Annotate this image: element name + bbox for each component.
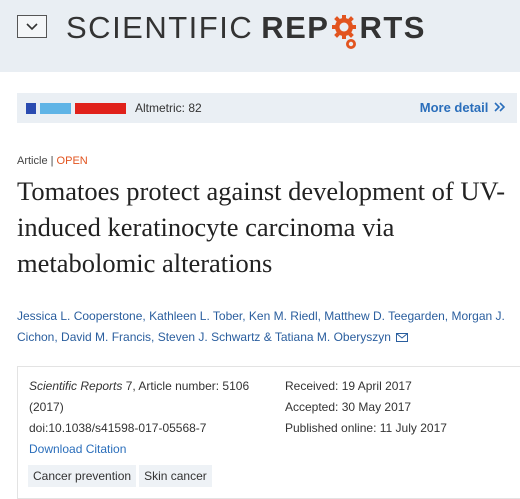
tag-cancer-prevention[interactable]: Cancer prevention (28, 465, 137, 487)
gear-icon (332, 15, 357, 49)
chevron-down-icon (26, 22, 38, 30)
double-chevron-right-icon (494, 102, 506, 112)
altmetric-bar: Altmetric: 82 More detail (17, 93, 517, 123)
menu-toggle-button[interactable] (17, 15, 47, 38)
published-row: Published online: 11 July 2017 (285, 418, 447, 439)
journal-logo[interactable]: SCIENTIFIC REP RTS (66, 10, 426, 51)
doi: doi:10.1038/s41598-017-05568-7 (29, 421, 207, 435)
tag-skin-cancer[interactable]: Skin cancer (139, 465, 212, 487)
authors-line-2[interactable]: Cichon, David M. Francis, Steven J. Schw… (17, 330, 391, 344)
citation-year: (2017) (29, 400, 64, 414)
open-access-badge: OPEN (56, 155, 88, 167)
altmetric-segment-red (75, 103, 126, 114)
more-detail-label: More detail (419, 100, 489, 115)
altmetric-score: Altmetric: 82 (135, 101, 202, 115)
logo-word-rts: RTS (359, 10, 426, 45)
altmetric-segment-blue (26, 103, 36, 114)
article-title: Tomatoes protect against development of … (17, 176, 506, 278)
citation-box: Scientific Reports 7, Article number: 51… (17, 366, 520, 499)
article-number: , Article number: 5106 (132, 379, 250, 393)
accepted-row: Accepted: 30 May 2017 (285, 397, 447, 418)
published-label: Published online: (285, 421, 377, 435)
subject-tags: Cancer prevention Skin cancer (28, 465, 212, 487)
published-date: 11 July 2017 (379, 421, 447, 435)
author-list: Jessica L. Cooperstone, Kathleen L. Tobe… (17, 306, 515, 348)
logo-word-scientific: SCIENTIFIC (66, 10, 254, 45)
received-row: Received: 19 April 2017 (285, 376, 447, 397)
citation-info: Scientific Reports 7, Article number: 51… (29, 376, 269, 460)
more-detail-link[interactable]: More detail (419, 100, 506, 115)
received-date: 19 April 2017 (341, 379, 412, 393)
accepted-label: Accepted: (285, 400, 339, 414)
accepted-date: 30 May 2017 (341, 400, 412, 414)
journal-name: Scientific Reports (29, 379, 123, 393)
received-label: Received: (285, 379, 339, 393)
meta-separator: | (50, 155, 54, 167)
site-header: SCIENTIFIC REP RTS (0, 0, 520, 72)
download-citation-link[interactable]: Download Citation (29, 439, 269, 460)
article-type: Article (17, 155, 48, 167)
journal-volume: 7 (122, 379, 133, 393)
logo-word-rep: REP (261, 10, 330, 45)
altmetric-segment-lightblue (40, 103, 71, 114)
article-meta: Article | OPEN (17, 155, 88, 167)
authors-line-1[interactable]: Jessica L. Cooperstone, Kathleen L. Tobe… (17, 309, 505, 323)
publication-dates: Received: 19 April 2017 Accepted: 30 May… (285, 376, 447, 439)
envelope-icon[interactable] (396, 333, 409, 343)
